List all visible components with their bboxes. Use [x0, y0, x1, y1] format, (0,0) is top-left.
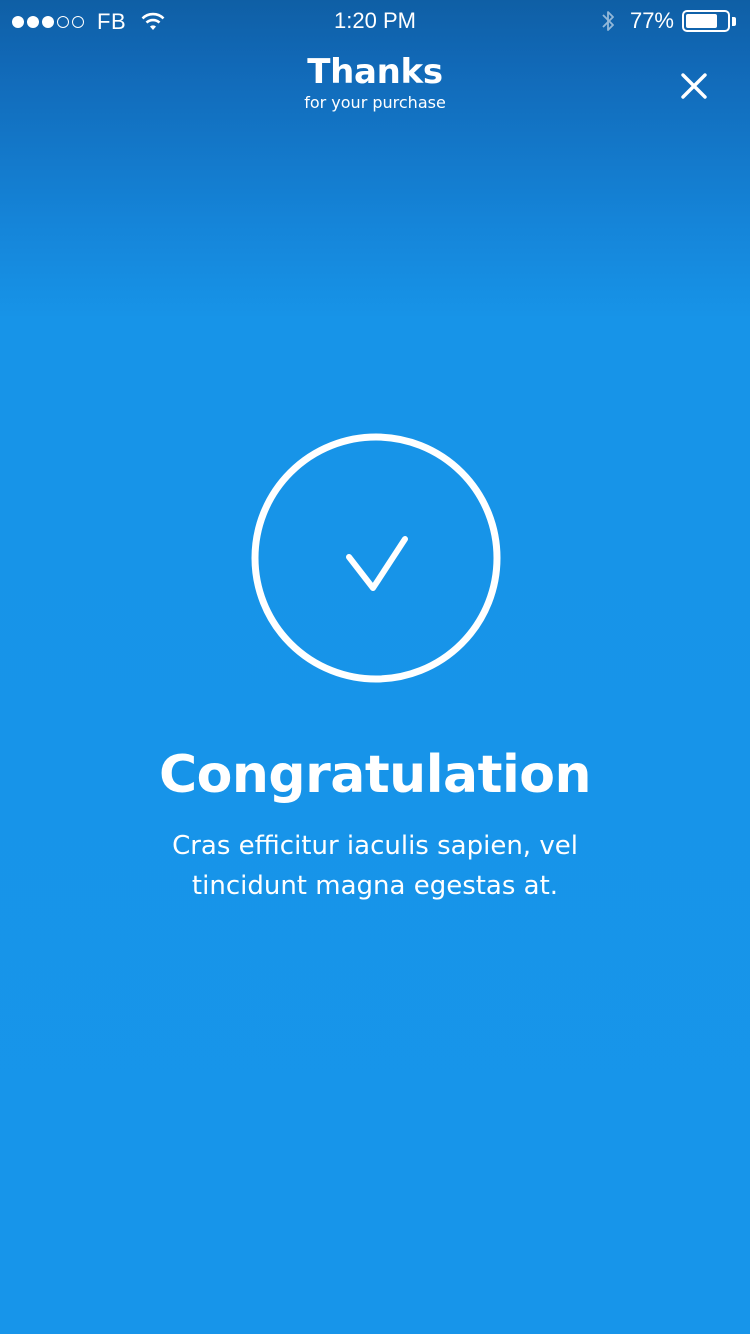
battery-level	[686, 14, 717, 28]
page-title: Thanks	[307, 52, 443, 92]
battery-percent: 77%	[629, 8, 674, 33]
battery-icon	[682, 10, 730, 32]
page-subtitle: for your purchase	[304, 93, 446, 112]
close-icon	[681, 73, 707, 99]
close-button[interactable]	[676, 68, 712, 104]
checkmark-circle-icon	[251, 433, 501, 683]
success-message: Cras efficitur iaculis sapien, vel tinci…	[172, 831, 578, 901]
battery-cap	[732, 16, 736, 26]
success-heading: Congratulation	[158, 745, 592, 805]
bluetooth-icon	[602, 11, 614, 31]
status-right: 77%	[600, 8, 736, 34]
status-bar: FB 1:20 PM 77%	[0, 0, 750, 42]
